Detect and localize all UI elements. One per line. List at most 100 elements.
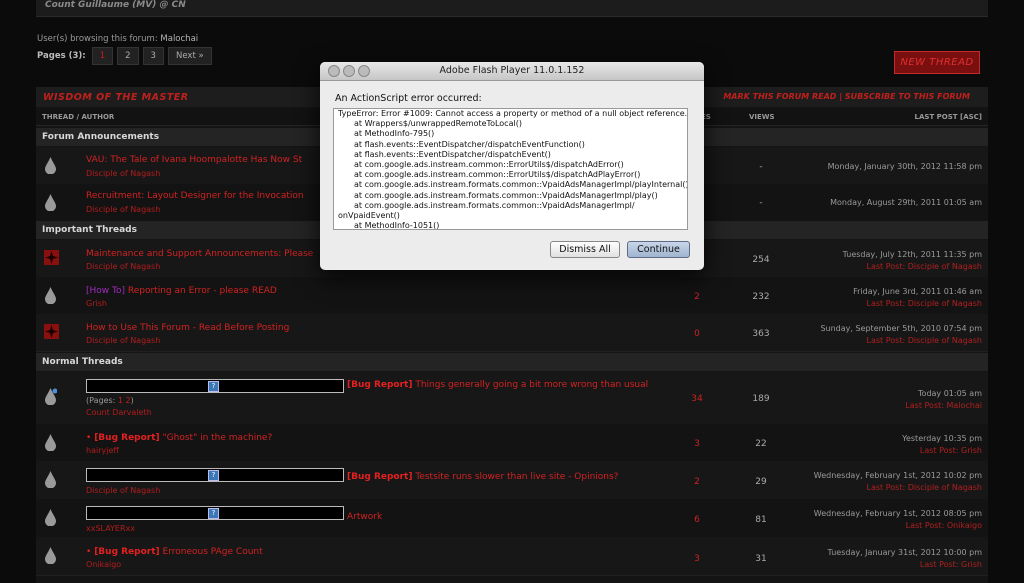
thread-page-1-link[interactable]: 1 xyxy=(118,396,123,405)
trace-line: at flash.events::EventDispatcher/dispatc… xyxy=(354,149,551,159)
thread-prefix: [Bug Report] xyxy=(347,472,413,482)
thread-title-link[interactable]: Things generally going a bit more wrong … xyxy=(415,380,648,390)
thread-row[interactable]: ? Artwork xxSLAYERxx 6 81 Wednesday, Feb… xyxy=(36,499,988,538)
page-3-link[interactable]: 3 xyxy=(142,47,164,65)
col-last-post[interactable]: LAST POST [ASC] xyxy=(915,113,982,121)
last-post-user-link[interactable]: Disciple of Nagash xyxy=(908,299,982,308)
thread-title-link[interactable]: How to Use This Forum - Read Before Post… xyxy=(86,323,289,333)
thread-title-line: [How To] Reporting an Error - please REA… xyxy=(86,286,277,296)
drop-icon xyxy=(45,547,56,564)
dismiss-all-button[interactable]: Dismiss All xyxy=(550,241,620,258)
browsing-label: User(s) browsing this forum: xyxy=(37,34,158,44)
next-page-link[interactable]: Next » xyxy=(167,47,212,65)
thread-row[interactable]: How to Use This Forum - Read Before Post… xyxy=(36,314,988,352)
pages-prefix: (Pages: xyxy=(86,396,116,405)
continue-button[interactable]: Continue xyxy=(627,241,690,258)
stack-trace-textbox[interactable]: TypeError: Error #1009: Cannot access a … xyxy=(333,108,688,230)
browsing-user-link[interactable]: Malochai xyxy=(160,34,198,44)
section-title: Forum Announcements xyxy=(42,132,160,142)
hot-bullet-icon: • xyxy=(86,547,92,557)
thread-title-link[interactable]: Recruitment: Layout Designer for the Inv… xyxy=(86,191,304,201)
thread-author-link[interactable]: Disciple of Nagash xyxy=(86,262,160,271)
trace-line: TypeError: Error #1009: Cannot access a … xyxy=(338,109,688,118)
last-post-label: Last Post: xyxy=(905,401,944,410)
thread-prefix: [Bug Report] xyxy=(94,547,160,557)
pages-suffix: ) xyxy=(130,396,134,405)
thread-row[interactable]: • [Bug Report] "Ghost" in the machine? h… xyxy=(36,424,988,462)
forum-title: WISDOM OF THE MASTER xyxy=(43,92,189,103)
replies-count-link[interactable]: 0 xyxy=(686,329,708,339)
thread-title-line: • [Bug Report] Erroneous PAge Count xyxy=(86,547,263,557)
last-post-by: Last Post: Grish xyxy=(920,446,982,455)
last-post-label: Last Post: xyxy=(919,560,959,569)
page-1-link[interactable]: 1 xyxy=(91,47,114,65)
replies-count-link[interactable]: 3 xyxy=(686,554,708,564)
trace-line: at flash.events::EventDispatcher/dispatc… xyxy=(354,139,585,149)
col-views[interactable]: VIEWS xyxy=(749,113,775,121)
views-count: 29 xyxy=(755,477,767,487)
views-count: 232 xyxy=(752,292,770,302)
col-thread-author[interactable]: THREAD / AUTHOR xyxy=(42,113,114,121)
last-post-by: Last Post: Disciple of Nagash xyxy=(867,299,982,308)
thread-row[interactable]: ? [Bug Report] Testsite runs slower than… xyxy=(36,461,988,500)
thread-author-link[interactable]: Disciple of Nagash xyxy=(86,169,160,178)
thread-author-link[interactable]: Disciple of Nagash xyxy=(86,336,160,345)
thread-title-link[interactable]: Maintenance and Support Announcements: P… xyxy=(86,249,313,259)
drop-icon xyxy=(45,157,56,174)
thread-row[interactable]: • [Bug Report] Erroneous PAge Count Onik… xyxy=(36,537,988,576)
thread-author-link[interactable]: Disciple of Nagash xyxy=(86,486,160,495)
flash-error-dialog: Adobe Flash Player 11.0.1.152 An ActionS… xyxy=(320,62,704,270)
thread-author-link[interactable]: Onikaigo xyxy=(86,560,121,569)
thread-author-link[interactable]: Disciple of Nagash xyxy=(86,205,160,214)
last-post-label: Last Post: xyxy=(866,262,906,271)
thread-title-link[interactable]: VAU: The Tale of Ivana Hoompalotte Has N… xyxy=(86,155,302,165)
missing-image-icon: ? xyxy=(208,381,219,392)
broken-prefix-image: ? xyxy=(86,468,344,482)
last-post-by: Last Post: Disciple of Nagash xyxy=(867,262,982,271)
thread-pages: (Pages: 1 2) xyxy=(86,396,134,405)
views-count: 254 xyxy=(752,255,770,265)
trace-line: at com.google.ads.instream.formats.commo… xyxy=(354,190,658,200)
thread-row[interactable]: [How To] Reporting an Error - please REA… xyxy=(36,277,988,315)
new-thread-button[interactable]: NEW THREAD xyxy=(894,51,980,74)
replies-count-link[interactable]: 3 xyxy=(686,439,708,449)
thread-title-link[interactable]: Artwork xyxy=(347,512,382,522)
thread-title-link[interactable]: Reporting an Error - please READ xyxy=(128,286,277,296)
thread-title-link[interactable]: "Ghost" in the machine? xyxy=(163,433,273,443)
replies-count-link[interactable]: 2 xyxy=(686,477,708,487)
last-post-label: Last Post: xyxy=(866,483,906,492)
thread-title-link[interactable]: Testsite runs slower than live site - Op… xyxy=(415,472,618,482)
last-post-user-link[interactable]: Onikaigo xyxy=(947,521,982,530)
last-post-label: Last Post: xyxy=(866,336,906,345)
last-post-user-link[interactable]: Disciple of Nagash xyxy=(908,336,982,345)
last-post-user-link[interactable]: Grish xyxy=(961,446,982,455)
thread-author-link[interactable]: Count Darvaleth xyxy=(86,408,152,417)
trace-line: at MethodInfo-795() xyxy=(354,129,435,139)
last-post-user-link[interactable]: Grish xyxy=(961,560,982,569)
last-post-label: Last Post: xyxy=(905,521,945,530)
replies-count-link[interactable]: 2 xyxy=(686,292,708,302)
last-post-user-link[interactable]: Malochai xyxy=(946,401,982,410)
last-post-user-link[interactable]: Disciple of Nagash xyxy=(908,483,982,492)
thread-author-link[interactable]: hairyjeff xyxy=(86,446,119,455)
trace-line: at com.google.ads.instream.formats.commo… xyxy=(354,180,688,190)
replies-count-link[interactable]: 6 xyxy=(686,515,708,525)
forum-actions-links[interactable]: MARK THIS FORUM READ | SUBSCRIBE TO THIS… xyxy=(723,92,970,101)
thread-author-link[interactable]: Grish xyxy=(86,299,107,308)
trace-line: at com.google.ads.instream.common::Error… xyxy=(354,160,624,170)
thread-prefix: [Bug Report] xyxy=(347,380,413,390)
thread-author-link[interactable]: xxSLAYERxx xyxy=(86,524,135,533)
last-post-date: Today 01:05 am xyxy=(918,389,982,398)
missing-image-icon: ? xyxy=(208,508,219,519)
last-post-label: Last Post: xyxy=(866,299,906,308)
last-post-date: Sunday, September 5th, 2010 07:54 pm xyxy=(820,324,982,333)
thread-title-link[interactable]: Erroneous PAge Count xyxy=(163,547,263,557)
replies-count-link[interactable]: 34 xyxy=(686,394,708,404)
header-bar-text: Count Guillaume (MV) @ CN xyxy=(45,0,186,10)
dialog-titlebar: Adobe Flash Player 11.0.1.152 xyxy=(320,62,704,81)
last-post-user-link[interactable]: Disciple of Nagash xyxy=(908,262,982,271)
views-count: - xyxy=(759,198,763,208)
page-2-link[interactable]: 2 xyxy=(117,47,139,65)
thread-row[interactable]: ? [Bug Report] Things generally going a … xyxy=(36,372,988,425)
pagination: Pages (3): 1 2 3 Next » xyxy=(37,47,212,65)
